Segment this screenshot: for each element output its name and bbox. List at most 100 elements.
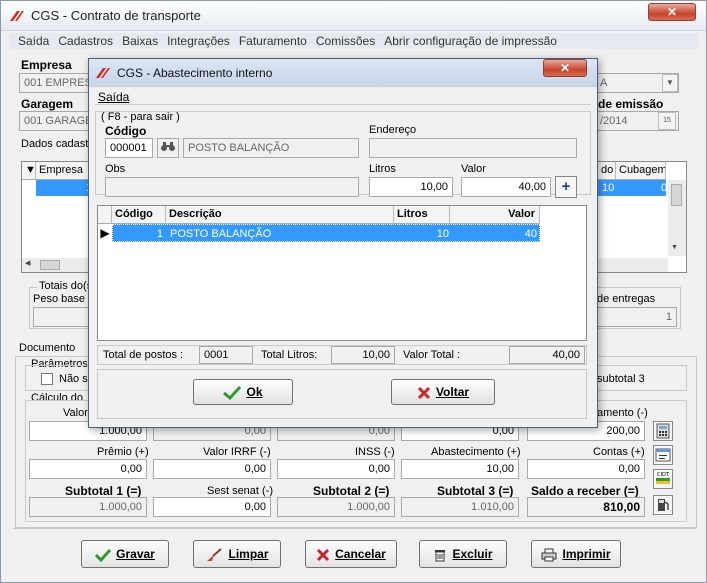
litros-field[interactable]: 10,00 xyxy=(369,177,453,197)
grid-header-descricao[interactable]: Descrição xyxy=(166,206,394,224)
dialog-menu-saida[interactable]: Saída xyxy=(98,90,129,104)
calendar-icon[interactable]: 15 xyxy=(658,112,676,130)
cell-descricao: POSTO BALANÇÃO xyxy=(170,228,272,240)
valor-label: Valor xyxy=(461,163,486,175)
menu-faturamento[interactable]: Faturamento xyxy=(239,33,307,49)
x-icon xyxy=(317,548,330,561)
adiantamento-label: amento (-) xyxy=(597,407,648,419)
tab-documentos[interactable]: Documento xyxy=(19,342,75,354)
irrf-label: Valor IRRF (-) xyxy=(203,446,271,458)
check-icon xyxy=(95,548,112,563)
ok-button[interactable]: Ok xyxy=(193,379,293,405)
excluir-button[interactable]: Excluir xyxy=(419,540,507,568)
f8-hint: ( F8 - para sair ) xyxy=(101,111,180,123)
scroll-down-icon[interactable]: ▼ xyxy=(671,244,678,251)
sest-senat-field[interactable]: 0,00 xyxy=(153,497,271,517)
voltar-button[interactable]: Voltar xyxy=(391,379,495,405)
obs-label: Obs xyxy=(105,163,126,175)
codigo-field[interactable]: 000001 xyxy=(105,138,153,158)
scroll-thumb[interactable] xyxy=(671,184,682,206)
contas-field[interactable]: 0,00 xyxy=(527,459,645,479)
gravar-button[interactable]: Gravar xyxy=(81,540,169,568)
grid-header-cubagem[interactable]: Cubagem xyxy=(616,162,666,180)
cell-codigo: 1 xyxy=(156,228,163,240)
saldo-field[interactable]: 810,00 xyxy=(527,497,645,517)
fuel-pump-icon[interactable] xyxy=(653,495,673,515)
valor-label: Valor xyxy=(63,407,88,419)
valor-field[interactable]: 40,00 xyxy=(461,177,551,197)
abastecimento-dialog: CGS - Abastecimento interno ✕ Saída ( F8… xyxy=(88,58,598,428)
menu-comissoes[interactable]: Comissões xyxy=(316,33,375,49)
imprimir-button[interactable]: Imprimir xyxy=(531,540,621,568)
premio-field[interactable]: 0,00 xyxy=(29,459,147,479)
grid-indicator-header xyxy=(98,206,112,224)
calculator-icon[interactable] xyxy=(653,421,673,441)
menu-saida[interactable]: Saída xyxy=(18,33,49,49)
scroll-left-icon[interactable]: ◀ xyxy=(25,259,30,267)
litros-label: Litros xyxy=(369,163,396,175)
grid-header-litros[interactable]: Litros xyxy=(394,206,450,224)
cancelar-button[interactable]: Cancelar xyxy=(305,540,397,568)
chevron-down-icon[interactable]: ▼ xyxy=(662,74,678,92)
obs-field[interactable] xyxy=(105,177,359,197)
menu-abrir-config[interactable]: Abrir configuração de impressão xyxy=(384,33,557,49)
subtotal2-field[interactable]: 1.000,00 xyxy=(277,497,395,517)
table-row[interactable]: 1 POSTO BALANÇÃO 10 40 xyxy=(112,224,540,242)
grid-header-valor[interactable]: Valor xyxy=(450,206,540,224)
grid-indicator-header: ▼ xyxy=(22,162,36,180)
list-window-icon[interactable] xyxy=(653,445,673,465)
limpar-button[interactable]: Limpar xyxy=(193,540,281,568)
main-close-button[interactable]: ✕ xyxy=(648,3,696,21)
imprimir-label: Imprimir xyxy=(562,547,611,561)
entregas-field[interactable]: 1 xyxy=(595,307,677,327)
check-icon xyxy=(223,385,242,400)
hscroll-thumb[interactable] xyxy=(40,260,60,270)
garagem-field[interactable]: 001 GARAGE xyxy=(19,111,91,131)
empresa-field[interactable]: 001 EMPRES xyxy=(19,73,91,93)
dialog-close-button[interactable]: ✕ xyxy=(543,59,587,77)
menu-integracoes[interactable]: Integrações xyxy=(167,33,230,49)
valor-total-label: Valor Total : xyxy=(403,349,461,361)
close-icon: ✕ xyxy=(666,5,678,19)
peso-base-field[interactable] xyxy=(33,307,93,327)
endereco-label: Endereço xyxy=(369,124,417,136)
subtotal3-label: Subtotal 3 (=) xyxy=(437,484,514,498)
gravar-label: Gravar xyxy=(116,547,155,561)
irrf-field[interactable]: 0,00 xyxy=(153,459,271,479)
posto-field[interactable]: POSTO BALANÇÃO xyxy=(183,138,359,158)
nao-checkbox[interactable] xyxy=(41,373,53,385)
abastecimento-label: Abastecimento (+) xyxy=(431,446,521,458)
cidt-card-icon[interactable]: CIDT xyxy=(653,469,673,489)
dialog-titlebar: CGS - Abastecimento interno ✕ xyxy=(89,59,597,87)
subtotal3-field[interactable]: 1.010,00 xyxy=(401,497,519,517)
cell-litros: 10 xyxy=(436,228,449,240)
grid-header-do[interactable]: do xyxy=(598,162,616,180)
cell-valor: 40 xyxy=(524,228,537,240)
menu-baixas[interactable]: Baixas xyxy=(122,33,158,49)
subtotal1-field[interactable]: 1.000,00 xyxy=(29,497,147,517)
app-logo-icon xyxy=(10,11,24,21)
garagem-label: Garagem xyxy=(21,97,74,111)
endereco-field[interactable] xyxy=(369,138,577,158)
add-icon[interactable]: + xyxy=(555,176,577,198)
trash-icon xyxy=(435,549,446,562)
grid-header-codigo[interactable]: Código xyxy=(112,206,166,224)
entregas-label: de entregas xyxy=(597,293,656,305)
inss-field[interactable]: 0,00 xyxy=(277,459,395,479)
broom-icon xyxy=(207,548,223,561)
main-window-title: CGS - Contrato de transporte xyxy=(31,8,201,23)
total-litros-field[interactable]: 10,00 xyxy=(331,346,395,364)
vertical-scrollbar[interactable]: ▼ xyxy=(668,180,686,256)
valor-total-field[interactable]: 40,00 xyxy=(509,346,585,364)
abastecimento-field[interactable]: 10,00 xyxy=(401,459,519,479)
binoculars-icon[interactable] xyxy=(157,138,179,158)
dados-cadastrais-label: Dados cadast xyxy=(21,138,89,150)
grid-cell-do: 10 xyxy=(602,182,615,194)
grid-cell-cubagem: 0 xyxy=(661,182,668,194)
total-postos-field[interactable]: 0001 xyxy=(199,346,253,364)
saldo-label: Saldo a receber (=) xyxy=(531,484,639,498)
x-icon xyxy=(417,386,430,399)
dialog-button-panel xyxy=(97,369,587,419)
nao-label: Não s xyxy=(59,373,88,385)
menu-cadastros[interactable]: Cadastros xyxy=(58,33,113,49)
